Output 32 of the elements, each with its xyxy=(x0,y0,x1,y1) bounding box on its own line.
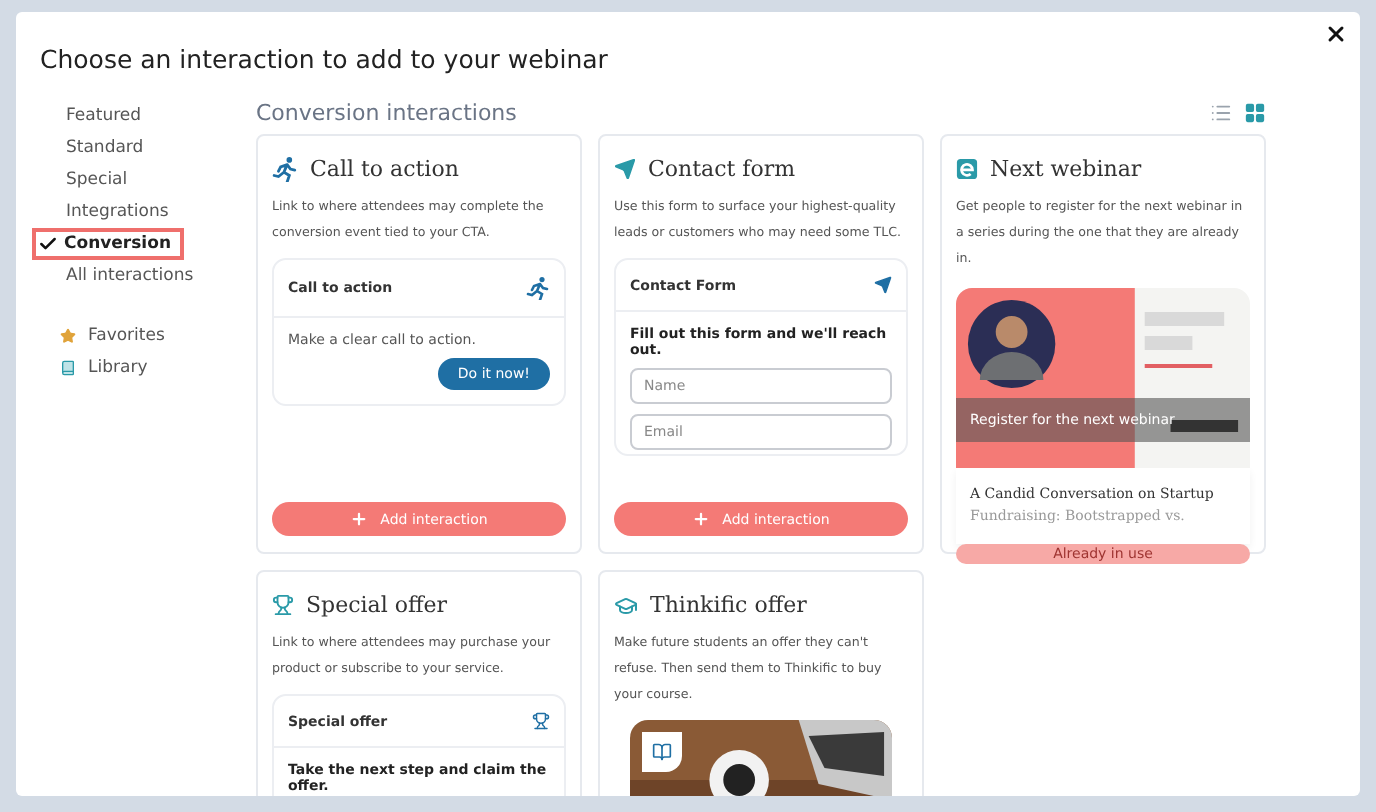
plus-icon xyxy=(692,510,711,528)
paper-plane-icon xyxy=(874,276,892,294)
star-icon xyxy=(60,328,76,344)
running-figure-icon xyxy=(272,156,298,182)
e-logo-icon xyxy=(956,158,978,180)
book-icon xyxy=(60,360,76,376)
card-title: Next webinar xyxy=(990,156,1142,182)
trophy-icon xyxy=(532,712,550,730)
dialog-title: Choose an interaction to add to your webinar xyxy=(38,42,608,74)
card-title: Special offer xyxy=(306,592,448,618)
card-title: Thinkific offer xyxy=(650,592,807,618)
category-item[interactable]: Integrations xyxy=(32,196,181,228)
book-icon xyxy=(652,742,672,762)
plus-icon xyxy=(350,510,369,528)
paper-plane-icon xyxy=(614,158,636,180)
sidebar-link[interactable]: Favorites xyxy=(32,320,165,352)
trophy-icon xyxy=(272,594,294,616)
list-view-button[interactable] xyxy=(1210,101,1232,123)
category-item[interactable]: Standard xyxy=(32,132,156,164)
category-item[interactable]: Featured xyxy=(32,100,154,132)
category-item[interactable]: Conversion xyxy=(32,228,183,260)
section-heading: Conversion interactions xyxy=(256,99,517,125)
grid-view-button[interactable] xyxy=(1244,101,1266,123)
close-button[interactable] xyxy=(1324,22,1348,46)
category-item[interactable]: All interactions xyxy=(32,260,206,292)
sidebar-link[interactable]: Library xyxy=(32,352,148,384)
card-title: Contact form xyxy=(648,156,796,182)
check-icon xyxy=(38,234,58,254)
card-title: Call to action xyxy=(310,156,459,182)
category-item[interactable]: Special xyxy=(32,164,140,196)
running-figure-icon xyxy=(526,276,550,300)
graduation-cap-icon xyxy=(614,593,638,617)
